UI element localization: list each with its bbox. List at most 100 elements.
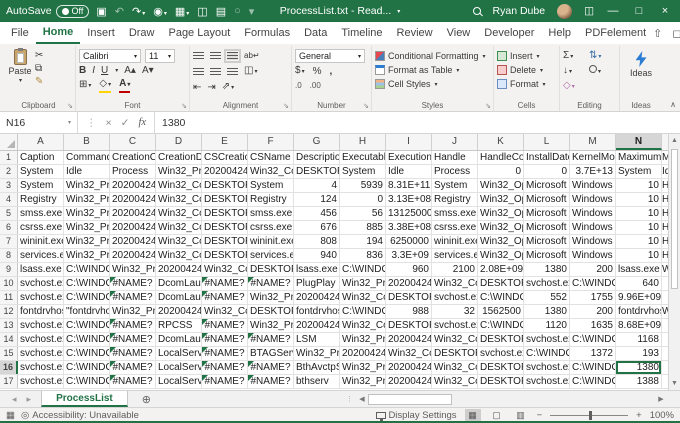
cell-F2[interactable]: Win32_Co — [248, 165, 294, 178]
cell-J7[interactable]: wininit.exe — [432, 235, 478, 248]
cell-H3[interactable]: 5939 — [340, 179, 386, 192]
copy-icon[interactable]: ⧉ — [35, 63, 43, 74]
cell-J4[interactable]: Registry — [432, 193, 478, 206]
cell-A16[interactable]: svchost.ex — [18, 361, 64, 374]
fill-color-icon[interactable]: ◇▾ — [99, 78, 111, 93]
cell-G14[interactable]: LSM — [294, 333, 340, 346]
sort-filter-icon[interactable]: ⇅▾ — [589, 50, 615, 63]
cell-B11[interactable]: C:\WINDO — [64, 291, 110, 304]
cell-F11[interactable]: Win32_Prc — [248, 291, 294, 304]
cell-K6[interactable]: Win32_Op — [478, 221, 524, 234]
row-header-5[interactable]: 5 — [0, 207, 18, 220]
cell-G16[interactable]: BthAvctpS — [294, 361, 340, 374]
maximize-button[interactable]: □ — [632, 5, 646, 17]
comments-icon[interactable]: ◻ — [672, 27, 680, 40]
clear-icon[interactable]: ◇▾ — [563, 80, 589, 93]
font-size-select[interactable]: 11▾ — [145, 49, 175, 63]
scroll-right-icon[interactable]: ▶ — [655, 395, 667, 403]
cell-J12[interactable]: 32 — [432, 305, 478, 318]
cell-C11[interactable]: #NAME? — [110, 291, 156, 304]
cell-B1[interactable]: Command — [64, 151, 110, 164]
format-cells-button[interactable]: Format▾ — [497, 77, 556, 91]
zoom-slider-thumb[interactable] — [589, 411, 592, 420]
cell-I5[interactable]: 13125000 — [386, 207, 432, 220]
delete-cells-button[interactable]: Delete▾ — [497, 63, 556, 77]
column-header-C[interactable]: C — [110, 134, 156, 150]
cell-E17[interactable]: #NAME? — [202, 375, 248, 388]
column-header-J[interactable]: J — [432, 134, 478, 150]
scroll-down-icon[interactable]: ▼ — [669, 377, 680, 390]
cell-D3[interactable]: Win32_Co — [156, 179, 202, 192]
cell-H12[interactable]: C:\WINDO — [340, 305, 386, 318]
row-header-4[interactable]: 4 — [0, 193, 18, 206]
cell-N13[interactable]: 8.68E+09 — [616, 319, 662, 332]
cell-N9[interactable]: lsass.exe — [616, 263, 662, 276]
cell-B6[interactable]: Win32_Prc — [64, 221, 110, 234]
cell-L17[interactable]: svchost.ex — [524, 375, 570, 388]
underline-button[interactable]: U — [101, 65, 108, 76]
paste-button[interactable]: Paste ▾ — [5, 49, 35, 87]
cell-C4[interactable]: 20200424( — [110, 193, 156, 206]
cell-E14[interactable]: #NAME? — [202, 333, 248, 346]
cell-F10[interactable]: #NAME? — [248, 277, 294, 290]
cell-D14[interactable]: DcomLaun — [156, 333, 202, 346]
cell-I3[interactable]: 8.31E+11 — [386, 179, 432, 192]
cell-N5[interactable]: 10 — [616, 207, 662, 220]
close-button[interactable]: × — [658, 5, 672, 17]
cell-D5[interactable]: Win32_Co — [156, 207, 202, 220]
row-header-17[interactable]: 17 — [0, 375, 18, 388]
cell-M16[interactable]: C:\WINDO — [570, 361, 616, 374]
tab-formulas[interactable]: Formulas — [237, 22, 297, 44]
bold-button[interactable]: B — [79, 65, 86, 76]
cell-K12[interactable]: 1562500 — [478, 305, 524, 318]
cell-L9[interactable]: 1380 — [524, 263, 570, 276]
cell-G17[interactable]: bthserv — [294, 375, 340, 388]
tab-view[interactable]: View — [440, 22, 478, 44]
number-format-select[interactable]: General▾ — [295, 49, 365, 63]
cell-E16[interactable]: #NAME? — [202, 361, 248, 374]
title-dropdown-icon[interactable]: ▾ — [397, 8, 400, 15]
tab-timeline[interactable]: Timeline — [334, 22, 389, 44]
cell-E8[interactable]: DESKTOP-I — [202, 249, 248, 262]
cell-A6[interactable]: csrss.exe — [18, 221, 64, 234]
comma-style-icon[interactable]: , — [329, 66, 332, 77]
cell-N17[interactable]: 1388 — [616, 375, 662, 388]
align-top-icon[interactable] — [193, 52, 204, 60]
cell-E11[interactable]: #NAME? — [202, 291, 248, 304]
cell-C5[interactable]: 20200424( — [110, 207, 156, 220]
column-header-L[interactable]: L — [524, 134, 570, 150]
cell-B3[interactable]: Win32_Prc — [64, 179, 110, 192]
cell-A2[interactable]: System — [18, 165, 64, 178]
cell-D8[interactable]: Win32_Co — [156, 249, 202, 262]
cell-G1[interactable]: Descriptio — [294, 151, 340, 164]
zoom-out-icon[interactable]: − — [537, 410, 543, 421]
cell-E1[interactable]: CSCreatior — [202, 151, 248, 164]
cell-K4[interactable]: Win32_Op — [478, 193, 524, 206]
format-painter-icon[interactable]: ✎ — [35, 76, 43, 87]
percent-style-icon[interactable]: % — [313, 66, 322, 77]
cell-M4[interactable]: Windows — [570, 193, 616, 206]
tab-draw[interactable]: Draw — [122, 22, 162, 44]
touch-mode-icon[interactable]: ◉▾ — [153, 5, 167, 18]
cell-F15[interactable]: BTAGServi — [248, 347, 294, 360]
cell-format-icon[interactable]: ▤ — [216, 5, 226, 18]
cell-K8[interactable]: Win32_Op — [478, 249, 524, 262]
cell-B10[interactable]: C:\WINDO — [64, 277, 110, 290]
cell-A8[interactable]: services.ex — [18, 249, 64, 262]
new-sheet-icon[interactable]: ⊕ — [128, 391, 165, 407]
formula-input[interactable]: 1380 — [155, 112, 680, 133]
sheet-nav-right-icon[interactable]: ▸ — [27, 394, 32, 405]
cell-H17[interactable]: Win32_Prc — [340, 375, 386, 388]
cell-D10[interactable]: DcomLaun — [156, 277, 202, 290]
font-color-icon[interactable]: A▾ — [119, 78, 130, 93]
cell-L4[interactable]: Microsoft — [524, 193, 570, 206]
styles-launcher-icon[interactable]: ⇘ — [485, 102, 491, 110]
autosum-icon[interactable]: Σ▾ — [563, 50, 589, 63]
cell-N15[interactable]: 193 — [616, 347, 662, 360]
cell-N6[interactable]: 10 — [616, 221, 662, 234]
tab-home[interactable]: Home — [36, 22, 81, 44]
cell-C9[interactable]: Win32_Prc — [110, 263, 156, 276]
cell-E6[interactable]: DESKTOP-I — [202, 221, 248, 234]
cell-E10[interactable]: #NAME? — [202, 277, 248, 290]
cell-J17[interactable]: Win32_Co — [432, 375, 478, 388]
